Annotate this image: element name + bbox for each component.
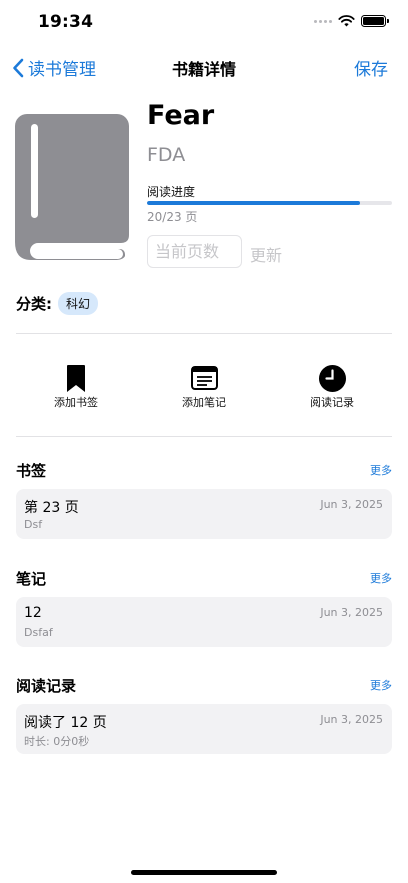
cellular-signal-icon [314, 19, 332, 23]
add-note-label: 添加笔记 [182, 396, 226, 409]
update-button[interactable]: 更新 [250, 242, 282, 266]
note-date: Jun 3, 2025 [320, 606, 383, 619]
bookmark-note: Dsf [24, 518, 43, 531]
wifi-icon [338, 15, 355, 27]
progress-bar [147, 201, 392, 205]
progress-bar-fill [147, 201, 361, 205]
book-author: FDA [147, 144, 186, 166]
record-title: 阅读了 12 页 [24, 715, 107, 731]
status-icons [314, 15, 389, 27]
status-time: 19:34 [38, 12, 94, 32]
reading-log-label: 阅读记录 [310, 396, 354, 409]
progress-label: 阅读进度 [147, 185, 196, 199]
record-item[interactable]: 阅读了 12 页 时长: 0分0秒 Jun 3, 2025 [16, 704, 392, 754]
bookmark-date: Jun 3, 2025 [320, 498, 383, 511]
record-duration: 时长: 0分0秒 [24, 735, 90, 748]
records-section-title: 阅读记录 [16, 677, 77, 695]
bookmark-page: 第 23 页 [24, 500, 79, 516]
category-row: 分类: 科幻 [16, 292, 99, 315]
bookmarks-section-title: 书签 [16, 462, 47, 480]
note-content: Dsfaf [24, 626, 53, 639]
notes-more-link[interactable]: 更多 [370, 570, 392, 586]
chevron-left-icon [13, 58, 24, 77]
note-title: 12 [24, 605, 42, 621]
note-item[interactable]: 12 Dsfaf Jun 3, 2025 [16, 597, 392, 647]
add-bookmark-button[interactable]: 添加书签 [26, 364, 126, 410]
reading-log-button[interactable]: 阅读记录 [282, 364, 382, 410]
notes-section-title: 笔记 [16, 570, 47, 588]
battery-icon [361, 15, 389, 27]
note-icon [190, 366, 218, 390]
back-button-label: 读书管理 [28, 60, 96, 80]
divider [16, 333, 392, 334]
progress-count: 20/23 页 [147, 210, 198, 224]
home-indicator[interactable] [131, 870, 277, 875]
book-icon [15, 114, 129, 260]
add-bookmark-label: 添加书签 [54, 396, 98, 409]
category-label: 分类: [16, 295, 52, 313]
record-date: Jun 3, 2025 [320, 713, 383, 726]
bookmarks-more-link[interactable]: 更多 [370, 462, 392, 478]
bookmark-item[interactable]: 第 23 页 Dsf Jun 3, 2025 [16, 489, 392, 539]
add-note-button[interactable]: 添加笔记 [154, 364, 254, 410]
nav-bar: 读书管理 书籍详情 保存 [0, 46, 408, 88]
save-button[interactable]: 保存 [354, 55, 388, 80]
bookmark-icon [67, 364, 85, 392]
back-button[interactable]: 读书管理 [12, 55, 96, 80]
category-tag: 科幻 [58, 292, 99, 315]
records-more-link[interactable]: 更多 [370, 677, 392, 693]
status-bar: 19:34 [0, 0, 408, 46]
current-page-input[interactable] [147, 235, 242, 268]
divider [16, 436, 392, 437]
book-title: Fear [147, 100, 215, 131]
clock-icon [318, 364, 346, 392]
